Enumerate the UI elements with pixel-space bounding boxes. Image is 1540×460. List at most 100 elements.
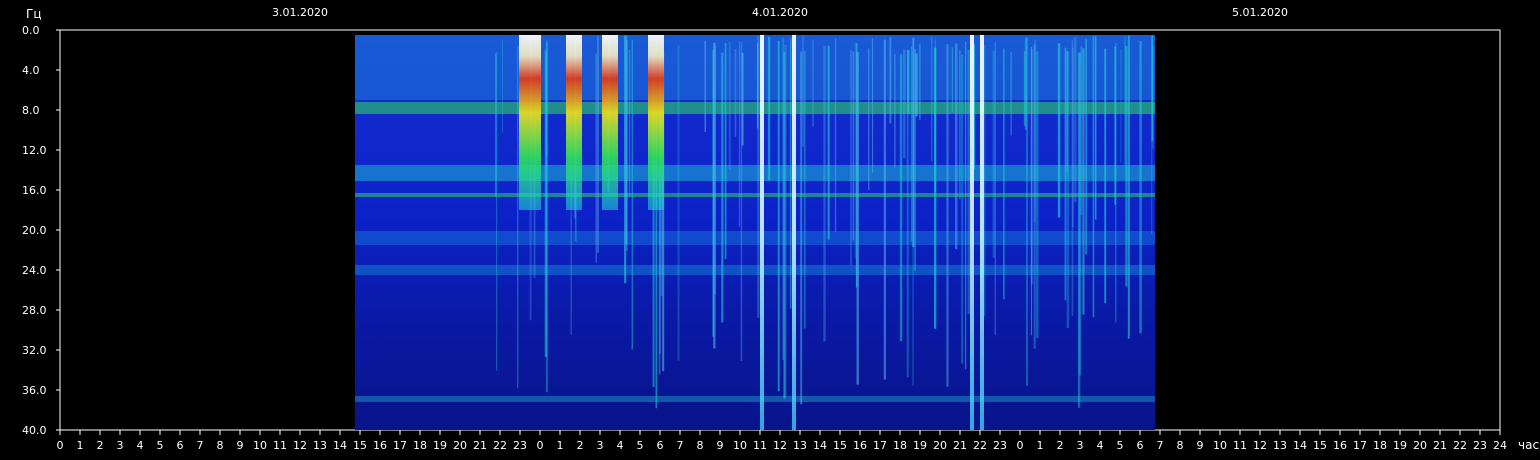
- x-tick-label: 9: [717, 439, 724, 452]
- x-tick-label: 1: [77, 439, 84, 452]
- noise-streak: [767, 36, 771, 181]
- x-tick-label: 15: [353, 439, 367, 452]
- x-tick-label: 3: [597, 439, 604, 452]
- noise-streak: [871, 38, 874, 173]
- noise-streak: [823, 46, 826, 342]
- noise-streak: [910, 46, 912, 242]
- x-tick-label: 1: [1037, 439, 1044, 452]
- noise-streak: [1120, 48, 1122, 163]
- noise-streak: [907, 50, 910, 115]
- noise-streak: [889, 37, 892, 124]
- x-tick-label: 11: [753, 439, 767, 452]
- x-tick-label: 12: [1253, 439, 1267, 452]
- noise-streak: [961, 54, 964, 364]
- noise-streak: [1057, 43, 1061, 218]
- x-tick-label: 10: [1213, 439, 1227, 452]
- noise-streak: [827, 45, 830, 240]
- noise-streak: [912, 52, 914, 386]
- signal-burst: [760, 35, 764, 430]
- signal-burst: [519, 35, 541, 210]
- noise-streak: [951, 47, 954, 112]
- noise-streak: [1139, 41, 1142, 334]
- x-tick-label: 20: [453, 439, 467, 452]
- noise-streak: [734, 48, 737, 137]
- x-tick-label: 4: [617, 439, 624, 452]
- spectrogram-chart: 0.0 4.0 8.0 12.0 16.0 20.0 24.0 28.0 32.0 36.0 40.…: [22, 6, 1539, 452]
- noise-streak: [1072, 47, 1074, 227]
- x-tick-label: 10: [733, 439, 747, 452]
- y-tick-label: 12.0: [22, 144, 47, 157]
- noise-streak: [677, 45, 680, 361]
- noise-streak: [721, 52, 724, 323]
- date-label: 4.01.2020: [752, 6, 808, 19]
- x-tick-label: 4: [137, 439, 144, 452]
- noise-streak: [1104, 48, 1107, 304]
- noise-streak: [1077, 52, 1081, 408]
- x-tick-label: 22: [973, 439, 987, 452]
- x-tick-label: 9: [1197, 439, 1204, 452]
- x-tick-label: 5: [637, 439, 644, 452]
- noise-streak: [1082, 48, 1085, 315]
- x-tick-label: 11: [273, 439, 287, 452]
- noise-streak: [954, 43, 958, 250]
- signal-burst: [566, 35, 582, 210]
- x-tick-label: 6: [177, 439, 184, 452]
- x-tick-label: 0: [537, 439, 544, 452]
- noise-streak: [802, 35, 804, 147]
- noise-streak: [501, 39, 503, 133]
- noise-streak: [946, 44, 949, 387]
- x-tick-label: 21: [473, 439, 487, 452]
- x-tick-label: 9: [237, 439, 244, 452]
- x-tick-label: 13: [1273, 439, 1287, 452]
- x-tick-label: 6: [657, 439, 664, 452]
- x-tick-label: 16: [1333, 439, 1347, 452]
- noise-streak: [856, 52, 859, 385]
- noise-streak: [1066, 51, 1069, 173]
- noise-streak: [713, 42, 716, 349]
- noise-streak: [800, 51, 803, 405]
- x-tick-label: 18: [1373, 439, 1387, 452]
- x-tick-label: 21: [953, 439, 967, 452]
- noise-streak: [625, 39, 628, 244]
- noise-streak: [724, 43, 727, 260]
- x-tick-label: 20: [933, 439, 947, 452]
- noise-streak: [1064, 47, 1067, 301]
- x-tick-label: 19: [913, 439, 927, 452]
- noise-streak: [934, 39, 937, 192]
- x-tick-label: 6: [1137, 439, 1144, 452]
- noise-streak: [704, 40, 707, 132]
- noise-streak: [1125, 45, 1128, 287]
- noise-streak: [812, 39, 814, 127]
- x-tick-label: 0: [1017, 439, 1024, 452]
- x-tick-label: 19: [1393, 439, 1407, 452]
- x-tick-label: 18: [893, 439, 907, 452]
- noise-streak: [803, 51, 806, 329]
- noise-streak: [903, 49, 906, 159]
- signal-burst: [792, 35, 796, 430]
- x-tick-label: 8: [217, 439, 224, 452]
- y-tick-label: 20.0: [22, 224, 47, 237]
- noise-streak: [964, 41, 967, 370]
- noise-streak: [784, 44, 787, 398]
- x-tick-label: 23: [1473, 439, 1487, 452]
- noise-streak: [1114, 46, 1117, 205]
- y-tick-label: 28.0: [22, 304, 47, 317]
- x-tick-label: 4: [1097, 439, 1104, 452]
- x-tick-label: 15: [1313, 439, 1327, 452]
- y-tick-label: 0.0: [22, 24, 40, 37]
- date-labels: 3.01.2020 4.01.2020 5.01.2020: [272, 6, 1288, 19]
- noise-streak: [777, 40, 780, 392]
- noise-streak: [1036, 51, 1039, 339]
- x-tick-label: 7: [197, 439, 204, 452]
- noise-streak: [1092, 36, 1095, 318]
- x-tick-label: 19: [433, 439, 447, 452]
- x-tick-label: 12: [773, 439, 787, 452]
- noise-streak: [992, 50, 995, 258]
- signal-burst: [980, 35, 984, 430]
- noise-streak: [899, 54, 903, 342]
- noise-streak: [1080, 46, 1083, 216]
- noise-streak: [597, 36, 599, 253]
- x-tick-label: 24: [1493, 439, 1507, 452]
- noise-streak: [1033, 44, 1036, 349]
- noise-streak: [914, 49, 916, 271]
